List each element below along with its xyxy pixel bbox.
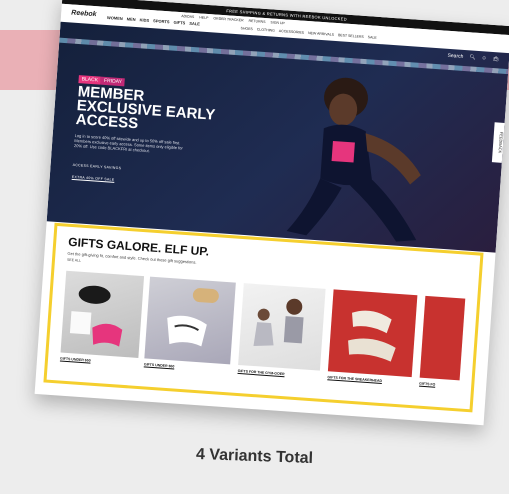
gifts-section: GIFTS GALORE. ELF UP. Get the gift-givin… <box>43 222 484 413</box>
utility-link[interactable]: HELP <box>199 15 208 20</box>
utility-link[interactable]: SIGN UP <box>270 20 285 25</box>
gift-tile[interactable]: GIFTS FOR THE GYM-GOER <box>238 283 326 379</box>
gift-bag-illustration <box>167 288 219 347</box>
product-image <box>60 270 145 358</box>
nav-item-men[interactable]: MEN <box>127 16 136 22</box>
variants-caption: 4 Variants Total <box>195 445 314 468</box>
cta-secondary-link[interactable]: EXTRA 40% OFF SALE <box>72 175 115 182</box>
search-label[interactable]: Search <box>447 53 463 60</box>
nav-item-women[interactable]: WOMEN <box>107 15 123 21</box>
bag-icon[interactable]: 👜︎ <box>493 56 500 62</box>
product-image <box>144 276 236 365</box>
hero-headline: MEMBER EXCLUSIVE EARLY ACCESS <box>75 83 216 133</box>
promo-link[interactable]: NEW ARRIVALS <box>308 31 334 37</box>
gift-tile[interactable]: GIFTS UNDER $50 <box>144 276 236 373</box>
sneakers-illustration <box>348 310 396 362</box>
website-screenshot-frame: FREE SHIPPING & RETURNS WITH REEBOK UNLO… <box>34 0 509 426</box>
cap-and-bra-illustration <box>69 285 123 347</box>
product-image <box>419 295 466 381</box>
feedback-tab[interactable]: FEEDBACK <box>491 122 505 163</box>
tile-caption[interactable]: GIFTS FO <box>419 382 459 389</box>
gift-tile[interactable]: GIFTS FO <box>419 295 466 389</box>
product-image <box>327 289 418 378</box>
promo-link[interactable]: BEST SELLERS <box>338 33 364 39</box>
user-icon[interactable]: ☺ <box>481 55 487 61</box>
header-actions: Search 🔍︎ ☺ 👜︎ <box>447 53 499 63</box>
promo-link[interactable]: SALE <box>368 35 377 40</box>
promo-link[interactable]: ACCESSORIES <box>279 29 305 35</box>
utility-link[interactable]: ORDER TRACKER <box>213 16 243 22</box>
nav-item-sale[interactable]: SALE <box>189 21 200 27</box>
cta-primary-link[interactable]: ACCESS EARLY SAVINGS <box>73 163 122 170</box>
hero-banner[interactable]: Search 🔍︎ ☺ 👜︎ BLACK FRIDAY MEMBER EXCLU… <box>46 21 509 253</box>
brand-logo[interactable]: Reebok <box>71 9 97 18</box>
promo-link[interactable]: CLOTHING <box>257 27 275 32</box>
utility-link[interactable]: RETURNS <box>248 19 265 24</box>
search-icon[interactable]: 🔍︎ <box>469 54 476 60</box>
gym-athletes-illustration <box>253 298 304 346</box>
nav-item-gifts[interactable]: GIFTS <box>173 20 185 26</box>
promo-link[interactable]: SHOES <box>240 26 253 31</box>
nav-item-kids[interactable]: KIDS <box>139 17 149 23</box>
tile-caption[interactable]: GIFTS FOR THE SNEAKERHEAD <box>327 375 411 385</box>
nav-item-sports[interactable]: SPORTS <box>153 18 170 24</box>
see-all-link[interactable]: SEE ALL <box>67 258 81 263</box>
tile-caption[interactable]: GIFTS FOR THE GYM-GOER <box>238 369 320 379</box>
gift-tile[interactable]: GIFTS UNDER $50 <box>60 270 145 366</box>
product-image <box>238 283 326 371</box>
utility-link[interactable]: ADIDAS <box>181 14 194 19</box>
athlete-image <box>286 77 421 242</box>
tile-caption[interactable]: GIFTS UNDER $50 <box>144 362 230 372</box>
hero-subcopy: Log in to score 40% off sitewide and up … <box>73 132 183 154</box>
gift-tile[interactable]: GIFTS FOR THE SNEAKERHEAD <box>327 289 418 385</box>
tile-caption[interactable]: GIFTS UNDER $50 <box>60 357 138 366</box>
